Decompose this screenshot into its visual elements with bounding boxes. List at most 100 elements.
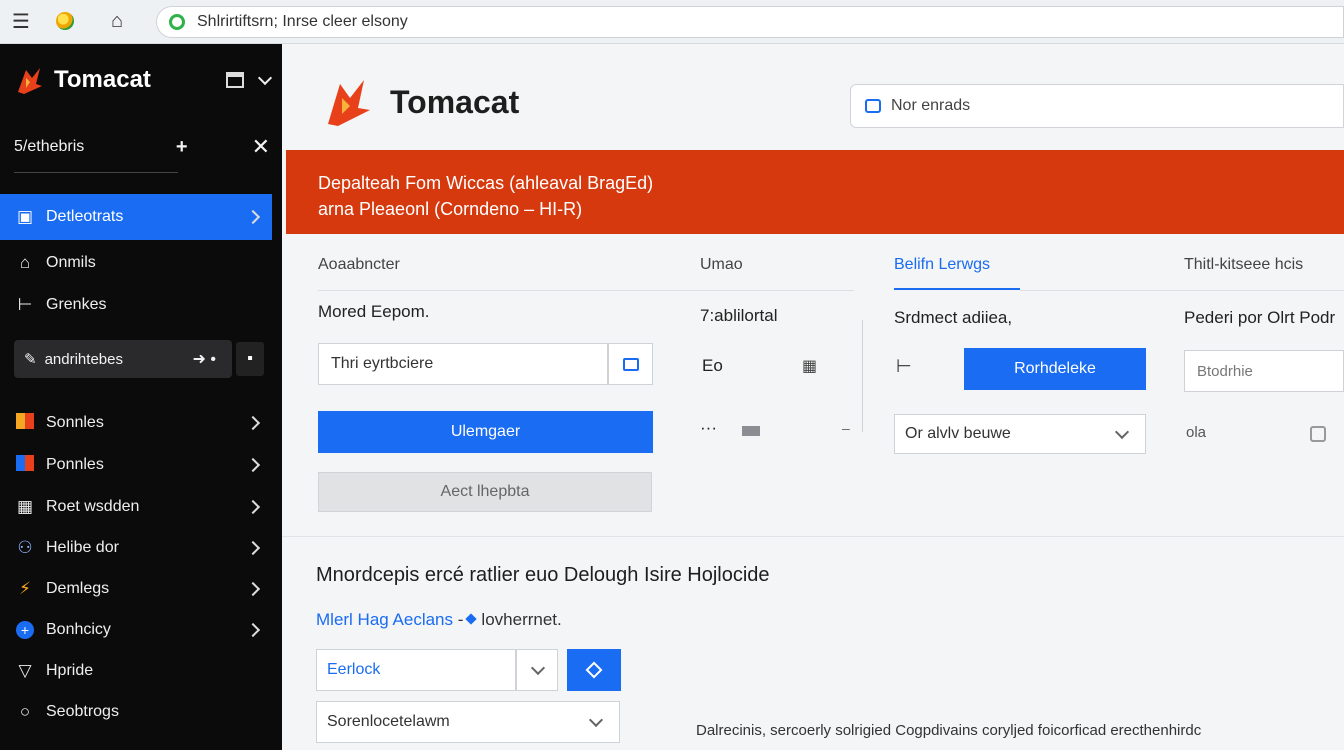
chat-button[interactable] xyxy=(608,343,653,385)
branch-icon: ⊢ xyxy=(17,295,33,314)
close-icon[interactable]: ✕ xyxy=(252,134,270,160)
grid-icon: ▣ xyxy=(16,207,34,226)
main-brand: Tomacat xyxy=(324,76,519,128)
section-subtext: lovherrnet. xyxy=(481,610,562,629)
column-header-3[interactable]: Belifn Lerwgs xyxy=(894,256,990,274)
checkbox[interactable] xyxy=(1310,426,1326,442)
chevron-down-icon[interactable] xyxy=(257,70,273,85)
sidebar-section-header: 5/ethebris + ✕ xyxy=(14,134,270,160)
browser-logo-icon[interactable] xyxy=(52,8,78,34)
add-icon[interactable]: + xyxy=(176,136,188,159)
address-bar[interactable]: Shlrirtiftsrn; Inrse cleer elsony xyxy=(156,6,1344,38)
column-header-4[interactable]: Thitl-kitseee hcis xyxy=(1184,256,1303,274)
banner-line-2: arna Pleaeonl (Corndeno – HI-R) xyxy=(318,199,583,219)
sidebar-item-label: Sonnles xyxy=(46,414,104,431)
sidebar-pill-label: andrihtebes xyxy=(44,350,123,368)
dash-icon: – xyxy=(842,420,850,436)
select-2[interactable]: Sorenlocetelawm xyxy=(316,701,620,743)
col3-label: Srdmect adiiea, xyxy=(894,308,1013,327)
sidebar: Tomacat 5/ethebris + ✕ ▣ Detleotrats ⌂ O… xyxy=(0,44,282,750)
circle-icon: ○ xyxy=(19,702,31,721)
section-title: Mnordcepis ercé ratlier euo Delough Isir… xyxy=(316,564,770,586)
column-header-2[interactable]: Umao xyxy=(700,256,743,274)
chevron-right-icon xyxy=(245,540,261,556)
select-2-value: Sorenlocetelawm xyxy=(327,713,450,730)
select-1[interactable]: Eerlock xyxy=(316,649,516,691)
sidebar-item-2[interactable]: ⊢ Grenkes xyxy=(0,282,272,328)
alert-banner: Depalteah Fom Wiccas (ahleaval BragEd) a… xyxy=(286,150,1344,234)
chevron-down-icon xyxy=(1114,424,1130,440)
col3-select[interactable]: Or alvlv beuwe xyxy=(894,414,1146,454)
col2-label: 7:ablilortal xyxy=(700,306,778,325)
col4-value: ola xyxy=(1186,424,1207,441)
sidebar-brand-name: Tomacat xyxy=(54,66,151,93)
search-icon xyxy=(865,99,881,113)
text-input-value: Thri eyrtbciere xyxy=(331,355,434,372)
sidebar-item-label: Ponnles xyxy=(46,456,104,473)
sidebar-item-5[interactable]: ▦ Roet wsdden xyxy=(0,484,272,530)
column-header-1[interactable]: Aoaabncter xyxy=(318,256,400,274)
section-link[interactable]: Mlerl Hag Aeclans xyxy=(316,610,453,629)
orange-square-icon xyxy=(14,412,36,434)
calendar-icon[interactable]: ▦ xyxy=(802,356,817,376)
sidebar-header-actions xyxy=(226,70,273,88)
browser-toolbar: ☰ ⌂ Shlrirtiftsrn; Inrse cleer elsony xyxy=(0,0,1344,44)
search-input[interactable]: Nor enrads xyxy=(850,84,1344,128)
people-icon: ⚇ xyxy=(17,538,33,557)
sidebar-item-label: Seobtrogs xyxy=(46,703,119,720)
sidebar-filter-pill[interactable]: ✎ andrihtebes ➜ • xyxy=(14,340,232,378)
chevron-right-icon xyxy=(245,209,261,225)
more-icon[interactable]: ··· xyxy=(700,418,717,438)
sidebar-item-1[interactable]: ⌂ Onmils xyxy=(0,240,272,286)
chevron-down-icon xyxy=(530,660,546,676)
chat-icon xyxy=(622,357,639,371)
pill-action-button[interactable]: ▪ xyxy=(236,342,264,376)
sidebar-item-label: Helibe dor xyxy=(46,539,119,556)
secure-icon xyxy=(169,14,185,30)
window-icon: ▦ xyxy=(16,497,34,516)
red-blue-square-icon xyxy=(14,454,36,476)
sidebar-item-9[interactable]: ▽ Hpride xyxy=(0,648,272,694)
column-rule xyxy=(318,290,854,291)
chevron-right-icon xyxy=(245,415,261,431)
menu-icon[interactable]: ☰ xyxy=(8,8,34,34)
plus-circle-icon: + xyxy=(14,620,36,640)
sidebar-section-label: 5/ethebris xyxy=(14,138,85,155)
primary-button[interactable]: Ulemgaer xyxy=(318,411,653,453)
sidebar-item-label: Grenkes xyxy=(46,296,107,313)
sidebar-item-label: Onmils xyxy=(46,254,96,271)
sidebar-item-7[interactable]: ⚡ Demlegs xyxy=(0,566,272,612)
chevron-right-icon xyxy=(245,581,261,597)
action-button[interactable]: Rorhdeleke xyxy=(964,348,1146,390)
text-input[interactable]: Thri eyrtbciere xyxy=(318,343,608,385)
col4-input-value: Btodrhie xyxy=(1197,362,1253,380)
sidebar-item-label: Hpride xyxy=(46,662,94,679)
sidebar-item-8[interactable]: + Bonhcicy xyxy=(0,607,272,653)
slider-handle[interactable] xyxy=(742,426,760,436)
sidebar-item-3[interactable]: Sonnles xyxy=(0,400,272,446)
sidebar-item-6[interactable]: ⚇ Helibe dor xyxy=(0,525,272,571)
tag-icon: ✎ xyxy=(24,351,37,368)
home-icon: ⌂ xyxy=(19,253,31,272)
banner-line-1: Depalteah Fom Wiccas (ahleaval BragEd) xyxy=(318,173,654,193)
col4-label: Pederi por Olrt Podr xyxy=(1184,308,1336,327)
col4-input[interactable]: Btodrhie xyxy=(1184,350,1344,392)
footer-text: Dalrecinis, sercoerly solrigied Cogpdiva… xyxy=(696,722,1202,739)
window-icon[interactable] xyxy=(226,72,244,88)
home-icon[interactable]: ⌂ xyxy=(104,8,130,34)
bolt-icon: ⚡ xyxy=(19,579,31,598)
sidebar-item-4[interactable]: Ponnles xyxy=(0,442,272,488)
sidebar-item-0[interactable]: ▣ Detleotrats xyxy=(0,194,272,240)
chevron-right-icon xyxy=(245,457,261,473)
sidebar-item-label: Roet wsdden xyxy=(46,498,140,515)
chevron-right-icon xyxy=(245,622,261,638)
sidebar-item-label: Demlegs xyxy=(46,580,110,597)
sidebar-item-10[interactable]: ○ Seobtrogs xyxy=(0,689,272,735)
select-1-toggle[interactable] xyxy=(516,649,558,691)
col3-select-value: Or alvlv beuwe xyxy=(905,425,1011,442)
locate-button[interactable] xyxy=(567,649,621,691)
disabled-button[interactable]: Aect lhepbta xyxy=(318,472,652,512)
arrow-right-icon[interactable]: ➜ • xyxy=(193,349,216,369)
sidebar-divider xyxy=(14,172,178,173)
sidebar-brand[interactable]: Tomacat xyxy=(14,64,151,96)
